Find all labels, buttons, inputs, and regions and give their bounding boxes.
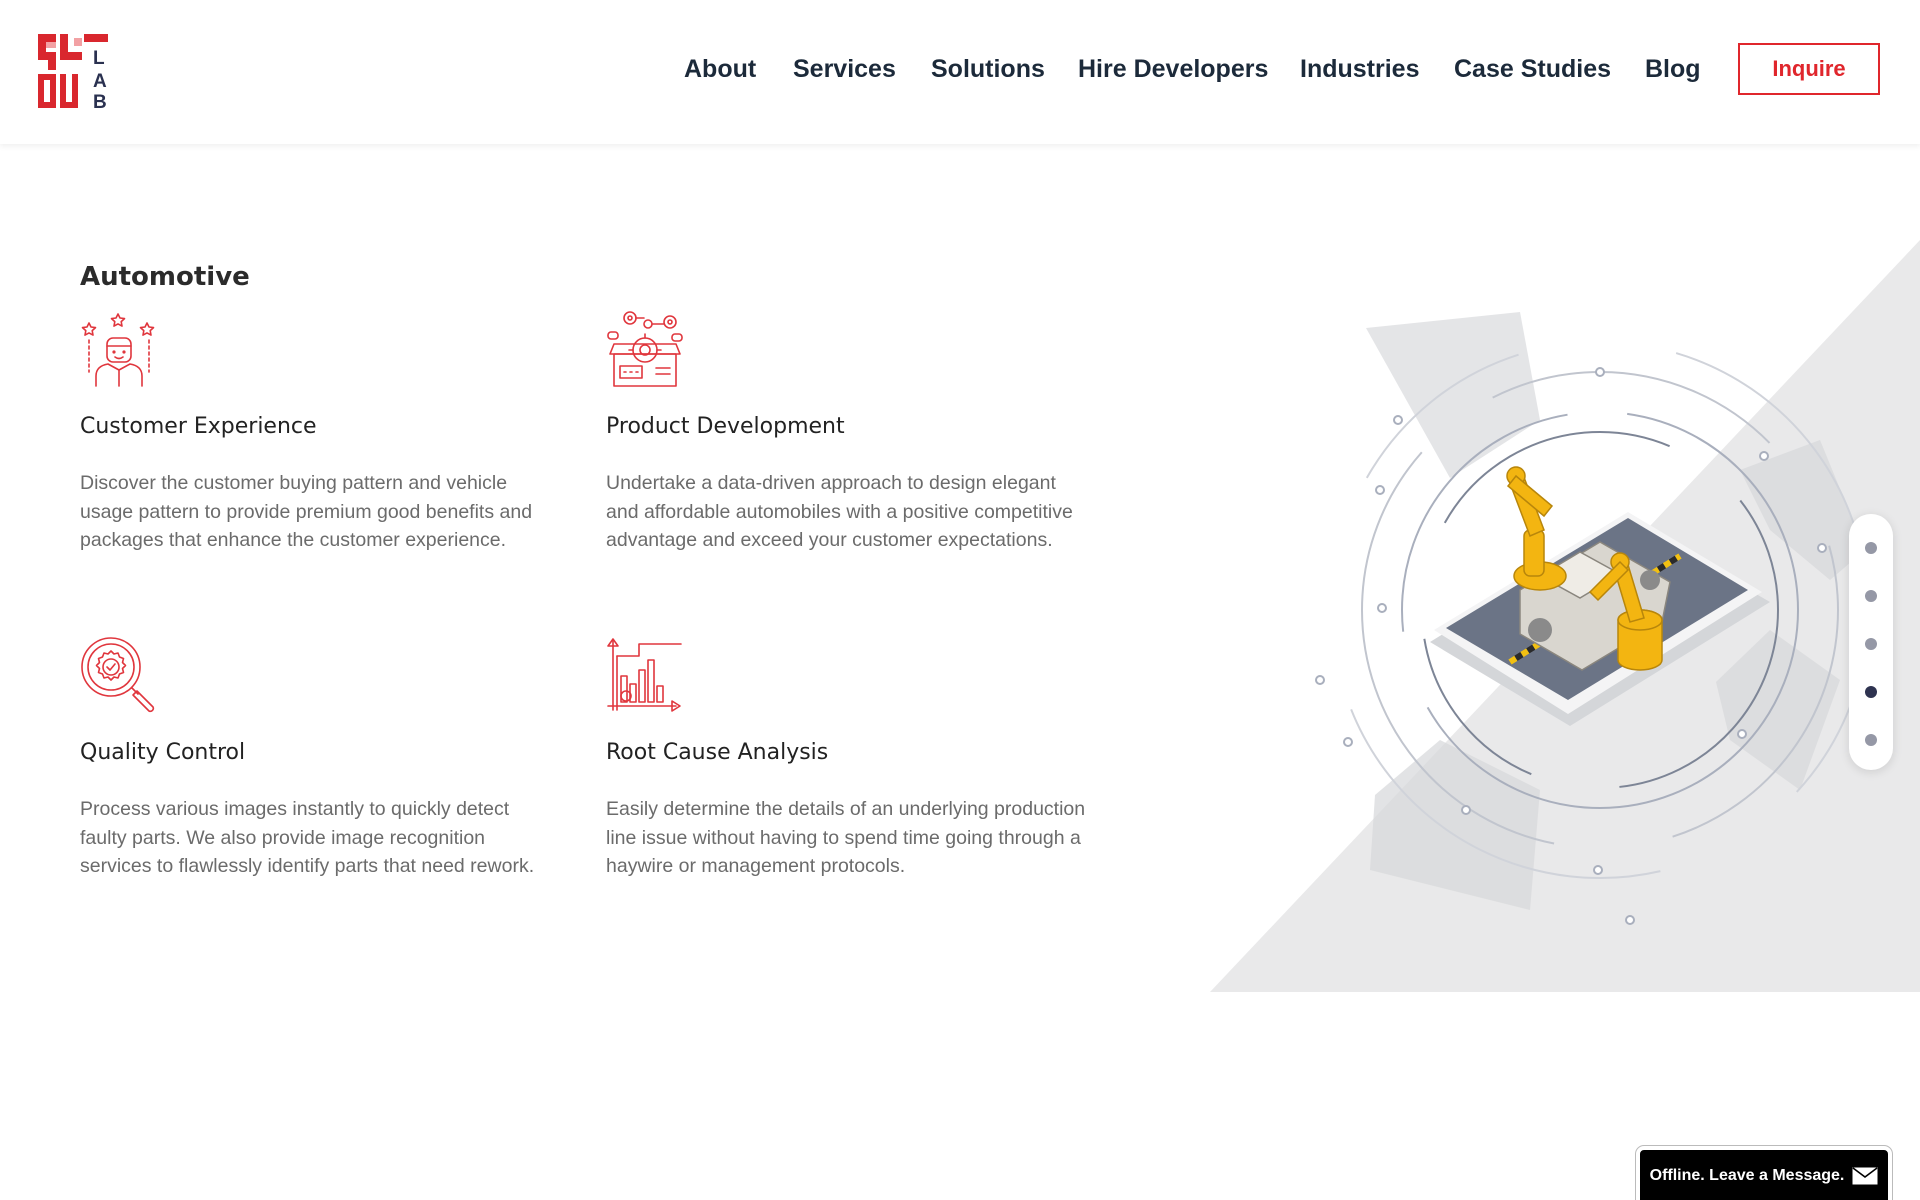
feature-title: Customer Experience: [80, 414, 317, 439]
nav-services[interactable]: Services: [793, 55, 896, 84]
logo-letter: B: [93, 92, 107, 110]
robot-arm: [1506, 466, 1567, 591]
nav-industries[interactable]: Industries: [1300, 55, 1419, 84]
chat-label: Offline. Leave a Message.: [1649, 1167, 1845, 1184]
customer-experience-icon: [81, 313, 155, 387]
slide-dot-1[interactable]: [1865, 542, 1877, 554]
section-title: Automotive: [80, 262, 250, 292]
product-development-icon: [607, 311, 683, 387]
envelope-icon: [1852, 1167, 1878, 1185]
nav-solutions[interactable]: Solutions: [931, 55, 1045, 84]
feature-description: Easily determine the details of an under…: [606, 798, 1086, 877]
feature-customer-experience: Customer Experience Discover the custome…: [80, 310, 550, 551]
inquire-button[interactable]: Inquire: [1738, 43, 1880, 95]
feature-product-development: Product Development Undertake a data-dri…: [606, 310, 1076, 551]
offline-chat-widget[interactable]: Offline. Leave a Message.: [1635, 1145, 1893, 1200]
root-cause-analysis-icon: [607, 638, 682, 712]
slide-dot-2[interactable]: [1865, 590, 1877, 602]
feature-title: Root Cause Analysis: [606, 740, 829, 765]
nav-hire-developers[interactable]: Hire Developers: [1078, 55, 1268, 84]
nav-about[interactable]: About: [684, 55, 756, 84]
slide-dot-5[interactable]: [1865, 734, 1877, 746]
feature-title: Product Development: [606, 414, 845, 439]
slide-pagination: [1849, 514, 1893, 770]
quality-control-icon: [81, 637, 155, 713]
feature-description: Process various images instantly to quic…: [80, 798, 535, 877]
site-header: L A B About Services Solutions Hire Deve…: [0, 0, 1920, 144]
main-nav: About Services Solutions Hire Developers…: [0, 55, 1920, 91]
feature-description: Undertake a data-driven approach to desi…: [606, 472, 1073, 551]
slide-dot-4-active[interactable]: [1865, 686, 1877, 698]
slide-dot-3[interactable]: [1865, 638, 1877, 650]
automotive-robot-assembly-illustration: [1210, 240, 1920, 992]
nav-case-studies[interactable]: Case Studies: [1454, 55, 1611, 84]
feature-quality-control: Quality Control Process various images i…: [80, 636, 550, 877]
feature-title: Quality Control: [80, 740, 246, 765]
nav-blog[interactable]: Blog: [1645, 55, 1701, 84]
feature-description: Discover the customer buying pattern and…: [80, 472, 533, 551]
feature-root-cause-analysis: Root Cause Analysis Easily determine the…: [606, 636, 1085, 877]
